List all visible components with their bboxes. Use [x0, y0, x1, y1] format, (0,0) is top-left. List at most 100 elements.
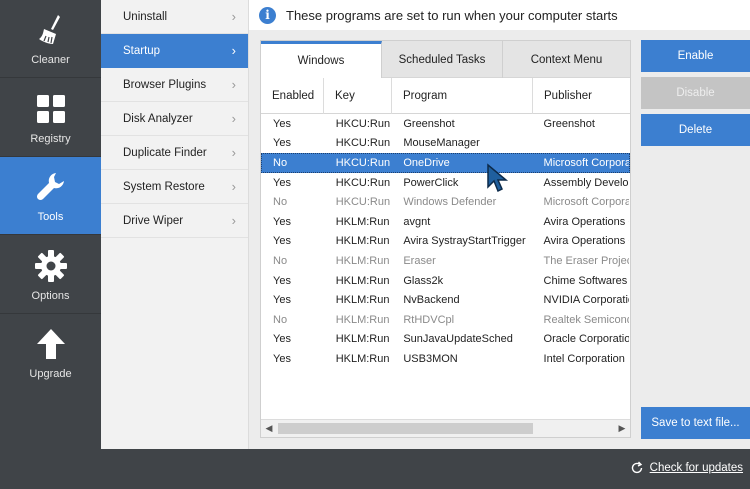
- wrench-icon: [33, 169, 69, 205]
- cell-key: HKLM:Run: [335, 352, 390, 365]
- cell-key: HKLM:Run: [335, 254, 390, 267]
- subnav-item-browser-plugins[interactable]: Browser Plugins ›: [101, 68, 248, 102]
- cell-key: HKCU:Run: [335, 137, 391, 150]
- nav-label-upgrade: Upgrade: [29, 368, 72, 380]
- nav-item-upgrade[interactable]: Upgrade: [0, 314, 101, 392]
- table-row[interactable]: Yes HKLM:Run Glass2k Chime Softwares: [261, 271, 630, 291]
- subnav-label: Uninstall: [123, 10, 168, 23]
- scroll-left-icon[interactable]: ◀: [261, 420, 277, 437]
- scrollbar-thumb[interactable]: [278, 423, 533, 434]
- nav-item-tools[interactable]: Tools: [0, 157, 101, 235]
- subnav-item-disk-analyzer[interactable]: Disk Analyzer ›: [101, 102, 248, 136]
- cell-key: HKLM:Run: [335, 235, 390, 248]
- cell-publisher: Avira Operations GmbH: [543, 215, 629, 228]
- cell-program: Windows Defender: [403, 196, 497, 209]
- cell-publisher: Microsoft Corporation: [543, 156, 629, 169]
- nav-label-registry: Registry: [30, 132, 71, 145]
- column-header-key[interactable]: Key: [324, 78, 392, 114]
- broom-icon: [33, 12, 69, 48]
- subnav-label: Drive Wiper: [123, 214, 184, 227]
- table-row[interactable]: Yes HKCU:Run MouseManager: [261, 134, 630, 154]
- tab-scheduled-tasks[interactable]: Scheduled Tasks: [382, 41, 503, 78]
- main-nav: Cleaner Registry Tools Options Upgrade: [0, 0, 101, 489]
- gear-icon: [33, 248, 69, 284]
- cell-key: HKCU:Run: [335, 196, 391, 209]
- cell-enabled: No: [273, 313, 288, 326]
- cell-publisher: Avira Operations GmbH: [543, 235, 629, 248]
- cell-enabled: Yes: [273, 294, 291, 307]
- enable-button[interactable]: Enable: [641, 40, 750, 72]
- cell-publisher: Intel Corporation: [543, 352, 625, 365]
- delete-button[interactable]: Delete: [641, 114, 750, 146]
- subnav-label: Browser Plugins: [123, 78, 207, 91]
- grid-icon: [33, 91, 69, 127]
- table-row[interactable]: Yes HKLM:Run avgnt Avira Operations GmbH: [261, 212, 630, 232]
- table-row[interactable]: Yes HKCU:Run PowerClick Assembly Developers: [261, 173, 630, 193]
- chevron-right-icon: ›: [231, 179, 236, 194]
- nav-label-cleaner: Cleaner: [31, 53, 70, 66]
- table-header: Enabled Key Program Publisher: [261, 78, 630, 114]
- subnav-item-startup[interactable]: Startup ›: [101, 34, 248, 68]
- check-for-updates-link[interactable]: Check for updates: [630, 461, 743, 475]
- cell-enabled: No: [273, 156, 288, 169]
- chevron-right-icon: ›: [231, 145, 236, 160]
- cell-program: Eraser: [403, 254, 436, 267]
- cell-enabled: Yes: [273, 117, 291, 130]
- cell-key: HKLM:Run: [335, 274, 390, 287]
- table-row[interactable]: No HKLM:Run Eraser The Eraser Project: [261, 251, 630, 271]
- tab-windows[interactable]: Windows: [261, 41, 382, 78]
- chevron-right-icon: ›: [231, 77, 236, 92]
- cell-program: MouseManager: [403, 137, 480, 150]
- table-row[interactable]: No HKLM:Run RtHDVCpl Realtek Semiconductor: [261, 310, 630, 330]
- nav-label-options: Options: [31, 289, 70, 302]
- cell-program: NvBackend: [403, 294, 460, 307]
- save-to-text-file-button[interactable]: Save to text file...: [641, 407, 750, 439]
- startup-table: Windows Scheduled Tasks Context Menu Ena…: [260, 40, 631, 438]
- cell-program: PowerClick: [403, 176, 459, 189]
- chevron-right-icon: ›: [231, 9, 236, 24]
- cell-enabled: Yes: [273, 333, 291, 346]
- table-row[interactable]: No HKCU:Run OneDrive Microsoft Corporation: [261, 153, 630, 173]
- table-row[interactable]: No HKCU:Run Windows Defender Microsoft Corp…: [261, 192, 630, 212]
- cell-publisher: Assembly Developers: [543, 176, 629, 189]
- cell-key: HKCU:Run: [335, 117, 391, 130]
- cell-program: avgnt: [403, 215, 431, 228]
- refresh-icon: [631, 461, 642, 474]
- subnav-item-drive-wiper[interactable]: Drive Wiper ›: [101, 204, 248, 238]
- cell-enabled: Yes: [273, 137, 291, 150]
- scroll-right-icon[interactable]: ▶: [614, 420, 630, 437]
- chevron-right-icon: ›: [231, 111, 236, 126]
- cell-publisher: Realtek Semiconductor: [543, 313, 629, 326]
- nav-item-registry[interactable]: Registry: [0, 79, 101, 157]
- subnav-item-duplicate-finder[interactable]: Duplicate Finder ›: [101, 136, 248, 170]
- cell-key: HKLM:Run: [335, 313, 390, 326]
- subnav-label: System Restore: [123, 180, 205, 193]
- tab-context-menu[interactable]: Context Menu: [503, 41, 630, 78]
- column-header-enabled[interactable]: Enabled: [261, 78, 324, 114]
- cell-enabled: Yes: [273, 235, 291, 248]
- cell-program: SunJavaUpdateSched: [403, 333, 513, 346]
- nav-item-cleaner[interactable]: Cleaner: [0, 0, 101, 78]
- nav-item-options[interactable]: Options: [0, 236, 101, 314]
- info-banner: i These programs are set to run when you…: [249, 0, 750, 30]
- table-row[interactable]: Yes HKLM:Run SunJavaUpdateSched Oracle Corp…: [261, 330, 630, 350]
- disable-button[interactable]: Disable: [641, 77, 750, 109]
- subnav-label: Duplicate Finder: [123, 146, 207, 159]
- cell-program: Greenshot: [403, 117, 455, 130]
- cell-key: HKCU:Run: [335, 156, 391, 169]
- table-row[interactable]: Yes HKLM:Run Avira SystrayStartTrigger Avir…: [261, 232, 630, 252]
- cell-enabled: Yes: [273, 352, 291, 365]
- column-header-publisher[interactable]: Publisher: [533, 78, 630, 114]
- horizontal-scrollbar[interactable]: ◀ ▶: [261, 419, 630, 437]
- cell-program: Glass2k: [403, 274, 444, 287]
- table-row[interactable]: Yes HKLM:Run NvBackend NVIDIA Corporation: [261, 290, 630, 310]
- cell-publisher: NVIDIA Corporation: [543, 294, 629, 307]
- chevron-right-icon: ›: [231, 43, 236, 58]
- subnav-item-system-restore[interactable]: System Restore ›: [101, 170, 248, 204]
- cell-enabled: Yes: [273, 274, 291, 287]
- table-row[interactable]: Yes HKCU:Run Greenshot Greenshot: [261, 114, 630, 134]
- subnav-item-uninstall[interactable]: Uninstall ›: [101, 0, 248, 34]
- table-row[interactable]: Yes HKLM:Run USB3MON Intel Corporation: [261, 349, 630, 369]
- column-header-program[interactable]: Program: [392, 78, 533, 114]
- cell-key: HKCU:Run: [335, 176, 391, 189]
